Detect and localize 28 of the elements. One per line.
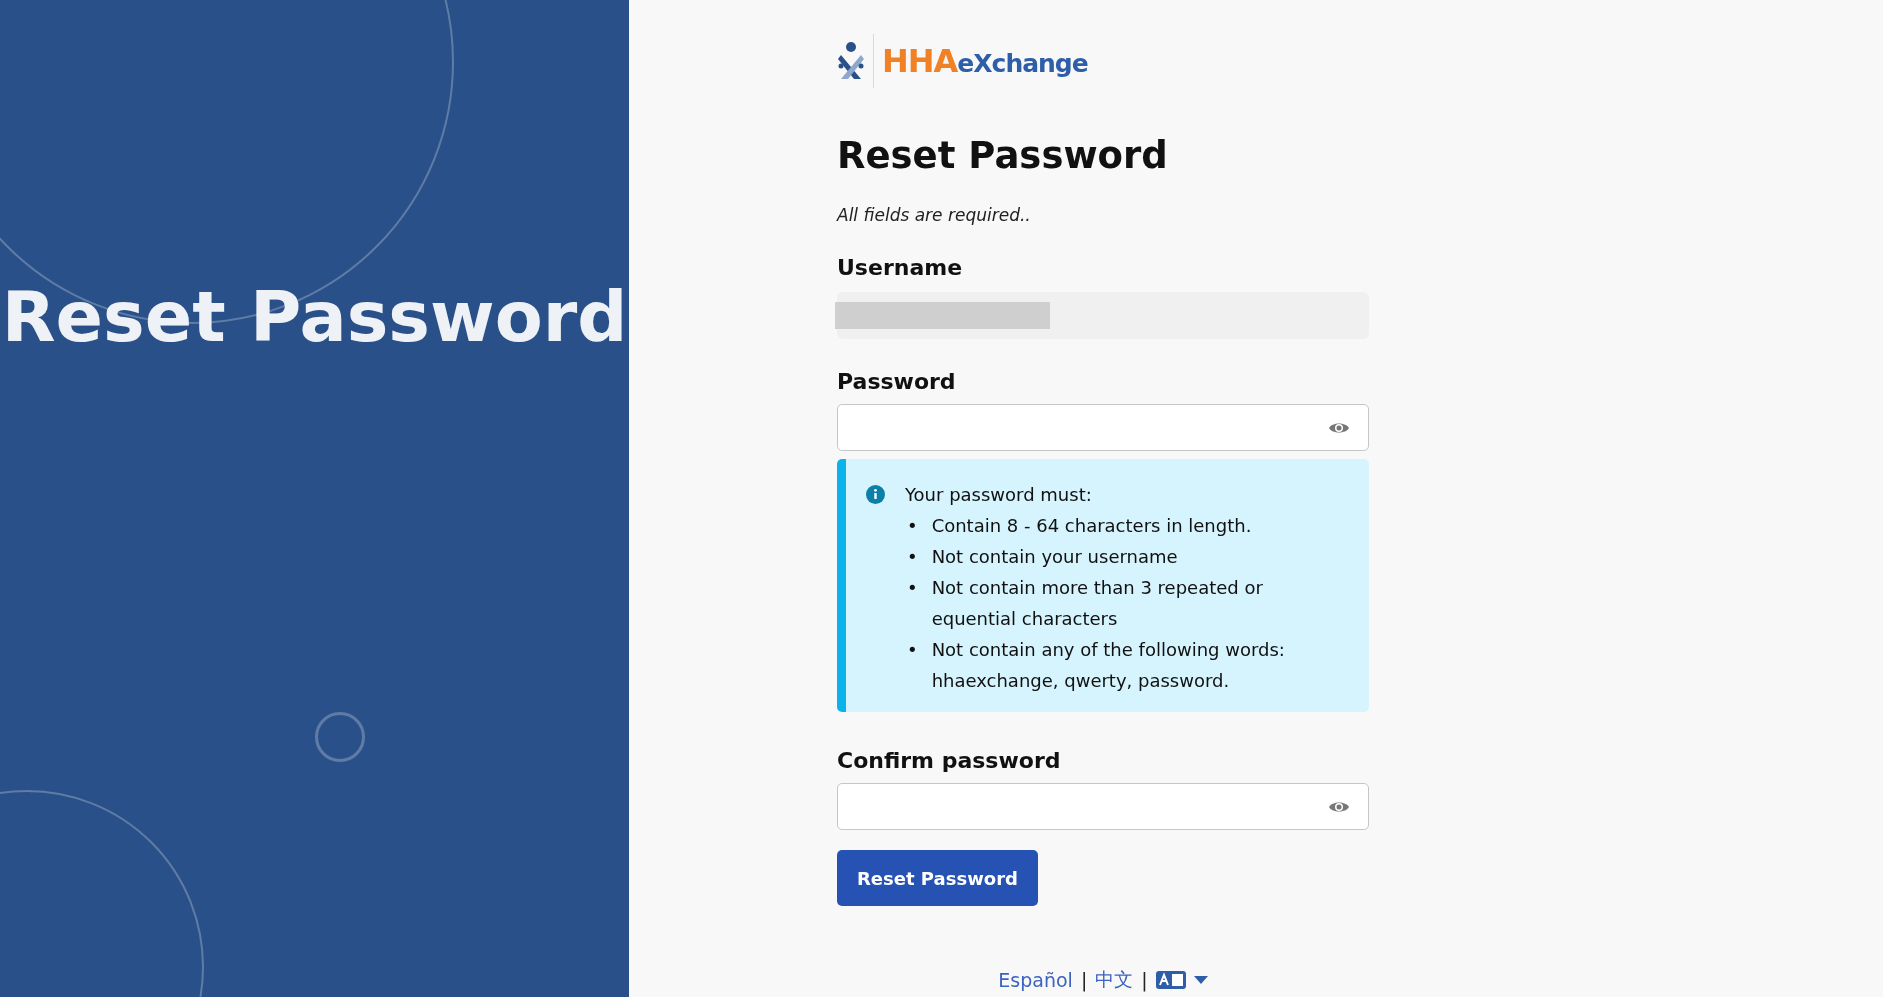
caret-icon[interactable] xyxy=(1193,976,1208,984)
rule-item: Contain 8 - 64 characters in length. xyxy=(931,514,1252,538)
info-icon xyxy=(866,485,885,504)
bullet: • xyxy=(907,638,918,662)
brand-logo: HHAeXchange xyxy=(882,42,1088,80)
bullet: • xyxy=(907,514,918,538)
required-note: All fields are required.. xyxy=(837,205,1032,225)
circle-decoration xyxy=(315,712,365,762)
translate-icon[interactable] xyxy=(1155,971,1186,989)
rule-item: Not contain any of the following words: hhaexchange, qwerty, password. xyxy=(931,638,1286,693)
separator: | xyxy=(1141,969,1148,991)
bullet: • xyxy=(907,576,918,600)
reset-password-button[interactable]: Reset Password xyxy=(837,850,1038,906)
language-link[interactable]: 中文 xyxy=(1095,967,1134,993)
bullet: • xyxy=(907,545,918,569)
field-label: Confirm password xyxy=(837,748,1062,773)
rule-item: Not contain your username xyxy=(931,545,1178,569)
field-label: Password xyxy=(837,369,957,394)
rules-intro: Your password must: xyxy=(905,483,1093,507)
separator: | xyxy=(1080,969,1088,991)
person-logo-icon xyxy=(837,41,865,81)
form-title: Reset Password xyxy=(837,134,1169,177)
hero-title: Reset Password xyxy=(1,276,628,358)
language-link[interactable]: Español xyxy=(998,969,1073,991)
password-field[interactable] xyxy=(837,404,1369,451)
password-field[interactable] xyxy=(837,783,1369,830)
field-label: Username xyxy=(837,255,964,280)
rule-item: Not contain more than 3 repeated or equential characters xyxy=(931,576,1264,631)
